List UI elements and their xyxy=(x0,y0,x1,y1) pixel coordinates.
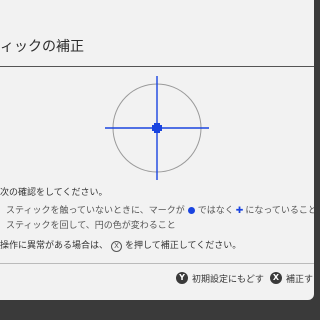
check-item-2: スティックを回して、円の色が変わること xyxy=(6,221,176,231)
blue-plus-icon: ✚ xyxy=(235,206,244,216)
instructions-intro: 次の確認をしてください。 xyxy=(0,188,108,198)
y-button-icon: Y xyxy=(176,272,188,284)
screen: ィックの補正 次の確認をしてください。 スティックを触っていないときに、マークが… xyxy=(0,0,320,320)
calibrate-button[interactable]: X 補正する xyxy=(270,270,314,286)
header-divider xyxy=(0,66,314,67)
page-title: ィックの補正 xyxy=(0,39,84,55)
action-text-a: 操作に異常がある場合は、 xyxy=(0,241,109,251)
x-button-icon: X xyxy=(270,272,282,284)
x-button-icon: X xyxy=(111,241,123,252)
check1-text-a: スティックを触っていないときに、マークが xyxy=(6,206,185,216)
calibrate-label: 補正する xyxy=(286,274,314,285)
check-item-1: スティックを触っていないときに、マークが ではなく ✚ になっていること xyxy=(6,205,314,217)
reset-defaults-button[interactable]: Y 初期設定にもどす xyxy=(176,270,264,286)
blue-dot-icon xyxy=(187,206,195,214)
footer-divider xyxy=(0,263,314,264)
reset-defaults-label: 初期設定にもどす xyxy=(192,274,264,285)
check1-text-c: になっていること xyxy=(245,206,314,216)
action-text-b: を押して補正してください。 xyxy=(125,241,242,251)
stick-position-graphic xyxy=(105,76,209,180)
calibration-panel: ィックの補正 次の確認をしてください。 スティックを触っていないときに、マークが… xyxy=(0,0,314,300)
check1-text-b: ではなく xyxy=(197,206,234,216)
stick-position-marker xyxy=(152,123,162,133)
action-instruction: 操作に異常がある場合は、 X を押して補正してください。 xyxy=(0,240,241,252)
